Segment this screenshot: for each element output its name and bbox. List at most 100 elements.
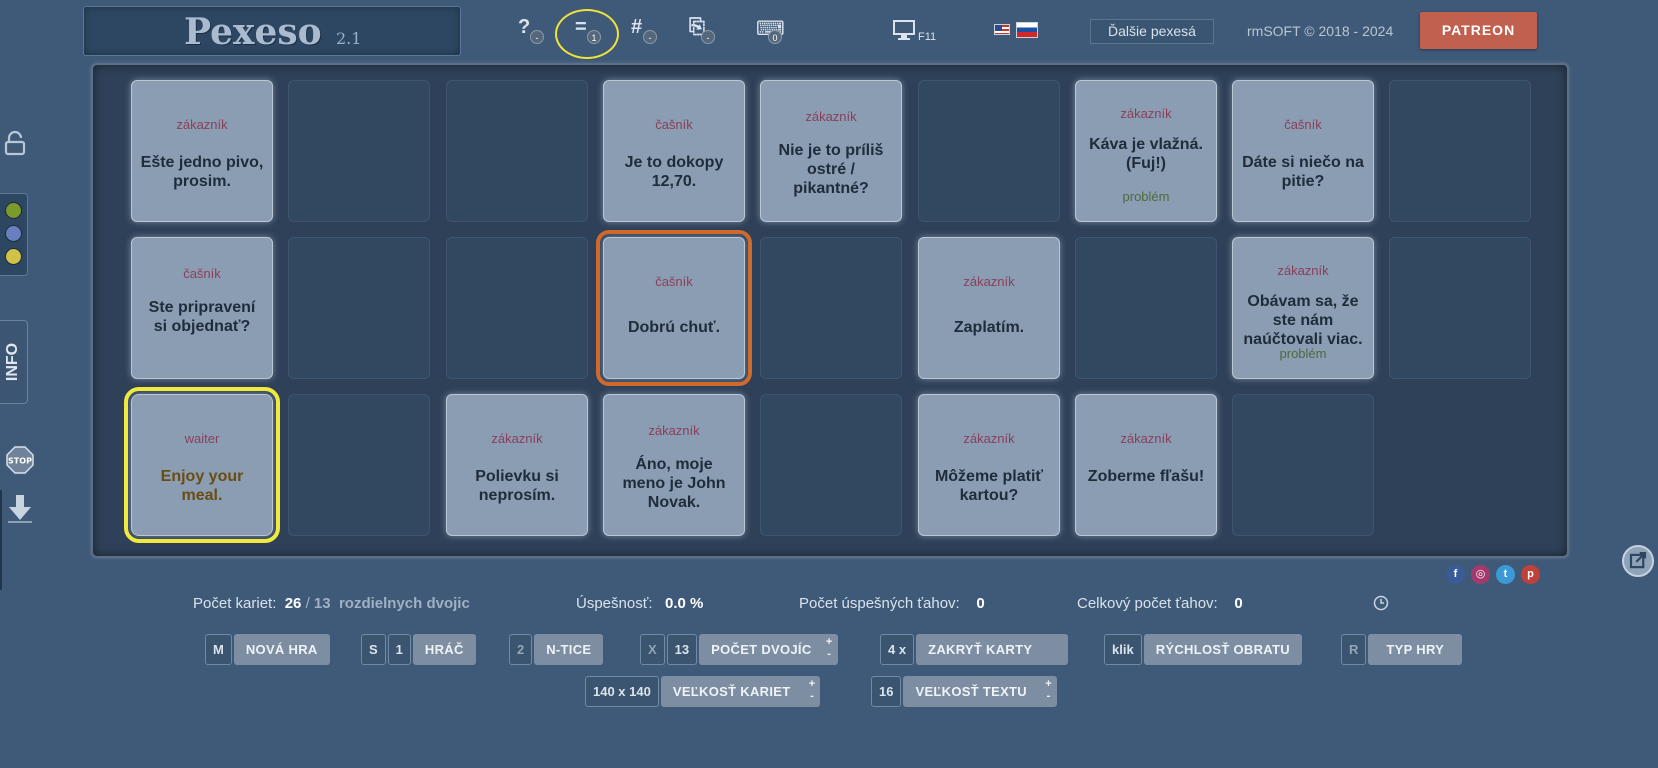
monitor-icon[interactable] [893,19,915,41]
card-slot[interactable] [288,237,430,379]
card[interactable]: zákazník Nie je to príliš ostré / pikantn… [760,80,902,222]
ntice-value[interactable]: 2 [509,634,533,665]
card[interactable]: čašník Dáte si niečo na pitie? [1232,80,1374,222]
card-slot[interactable] [1232,394,1374,536]
speed-control[interactable]: klik RÝCHLOSŤ OBRATU [1104,634,1302,665]
card-size-stepper[interactable]: + - [809,678,816,702]
card-role: zákazník [963,431,1015,446]
card-slot[interactable] [1389,80,1531,222]
card-slot[interactable] [288,80,430,222]
download-icon[interactable] [6,494,34,524]
cards-count-label: Počet kariet: [193,595,277,612]
card-role: zákazník [176,117,228,132]
pairs-button[interactable]: POČET DVOJÍC + - [699,634,838,665]
card-slot[interactable] [1075,237,1217,379]
color-yellow-option[interactable] [5,248,22,265]
pairs-icon[interactable]: = 1 [571,16,605,44]
player-control[interactable]: S 1 HRÁČ [361,634,476,665]
card-phrase: Dobrú chuť. [627,319,721,336]
fullscreen-key-label: F11 [918,31,937,43]
card-role: čašník [1284,117,1322,132]
card-tag: problém [1122,189,1170,204]
card-phrase: Áno, moje meno je John Novak. [622,456,726,511]
cards-icon[interactable]: ⎘ - [685,16,719,44]
flag-us-icon[interactable] [994,24,1010,35]
card-slot[interactable] [1389,237,1531,379]
card-size-minus-button[interactable]: - [810,690,814,702]
card[interactable]: zákazník Káva je vlažná. (Fuj!) problém [1075,80,1217,222]
text-size-stepper[interactable]: + - [1045,678,1052,702]
success-label: Úspešnosť: [576,595,653,612]
text-size-minus-button[interactable]: - [1047,690,1051,702]
instagram-icon[interactable]: ◎ [1471,565,1490,584]
card-slot[interactable] [446,237,588,379]
lock-icon[interactable] [4,130,26,156]
color-blue-option[interactable] [5,225,22,242]
card-size-button[interactable]: VEĽKOSŤ KARIET + - [660,676,821,707]
cover-button[interactable]: ZAKRYŤ KARTY [916,634,1069,665]
text-size-label: VEĽKOSŤ TEXTU [915,684,1027,699]
clock-icon[interactable] [1373,595,1389,611]
pairs-value[interactable]: 13 [666,634,698,665]
card-slot[interactable] [760,237,902,379]
card[interactable]: zákazník Obávam sa, že ste nám naúčtovali… [1232,237,1374,379]
text-size-value[interactable]: 16 [871,676,902,707]
card-size-control[interactable]: 140 x 140 VEĽKOSŤ KARIET + - [585,676,821,707]
speed-button[interactable]: RÝCHLOSŤ OBRATU [1143,634,1302,665]
help-icon[interactable]: ? - [514,16,548,44]
stop-icon[interactable]: STOP [6,446,34,474]
patreon-button[interactable]: PATREON [1420,12,1537,49]
card-role: waiter [184,431,220,446]
card-role: čašník [655,274,693,289]
pairs-control[interactable]: X 13 POČET DVOJÍC + - [640,634,838,665]
card-slot[interactable] [760,394,902,536]
player-key: S [361,634,386,665]
type-control[interactable]: R TYP HRY [1341,634,1463,665]
twitter-icon[interactable]: t [1496,565,1515,584]
card-slot[interactable] [446,80,588,222]
ntice-button[interactable]: N-TICE [534,634,604,665]
speed-value[interactable]: klik [1104,634,1142,665]
card[interactable]: zákazník Môžeme platiť kartou? [918,394,1060,536]
pairs-plus-button[interactable]: + [826,636,833,648]
card-slot[interactable] [288,394,430,536]
card[interactable]: zákazník Zoberme fľašu! [1075,394,1217,536]
info-tab[interactable]: INFO [0,320,28,404]
text-size-plus-button[interactable]: + [1045,678,1052,690]
card[interactable]: zákazník Ešte jedno pivo, prosim. [131,80,273,222]
cover-value[interactable]: 4 x [880,634,915,665]
stop-label: STOP [8,457,32,466]
card[interactable]: zákazník Zaplatím. [918,237,1060,379]
text-size-control[interactable]: 16 VEĽKOSŤ TEXTU + - [871,676,1057,707]
share-icon[interactable] [1622,545,1654,577]
card-slot[interactable] [918,80,1060,222]
pairs-minus-button[interactable]: - [827,648,831,660]
flag-sk-icon[interactable] [1016,22,1038,38]
copyright-text: rmSOFT © 2018 - 2024 [1247,23,1394,39]
other-games-button[interactable]: Ďalšie pexesá [1090,19,1214,44]
pinterest-icon[interactable]: p [1521,565,1540,584]
card-size-value[interactable]: 140 x 140 [585,676,659,707]
card[interactable]: čašník Dobrú chuť. [596,230,752,386]
card[interactable]: zákazník Áno, moje meno je John Novak. [603,394,745,536]
card[interactable]: waiter Enjoy your meal. [124,387,280,543]
keyboard-icon[interactable]: ⌨ 0 [752,16,786,44]
card-phrase: Môžeme platiť kartou? [934,468,1044,504]
ntice-control[interactable]: 2 N-TICE [509,634,604,665]
new-game-button[interactable]: NOVÁ HRA [233,634,330,665]
new-game-control[interactable]: M NOVÁ HRA [205,634,330,665]
card-size-plus-button[interactable]: + [809,678,816,690]
card[interactable]: čašník Ste pripravení si objednať? [131,237,273,379]
pairs-stepper[interactable]: + - [826,636,833,660]
total-moves-label: Celkový počet ťahov: [1077,595,1218,612]
card[interactable]: zákazník Polievku si neprosím. [446,394,588,536]
text-size-button[interactable]: VEĽKOSŤ TEXTU + - [903,676,1057,707]
player-button[interactable]: HRÁČ [412,634,476,665]
card[interactable]: čašník Je to dokopy 12,70. [603,80,745,222]
facebook-icon[interactable]: f [1446,565,1465,584]
hash-icon[interactable]: # - [627,16,661,44]
cover-control[interactable]: 4 x ZAKRYŤ KARTY [880,634,1069,665]
color-green-option[interactable] [5,202,22,219]
player-count[interactable]: 1 [387,634,411,665]
type-button[interactable]: TYP HRY [1368,634,1463,665]
